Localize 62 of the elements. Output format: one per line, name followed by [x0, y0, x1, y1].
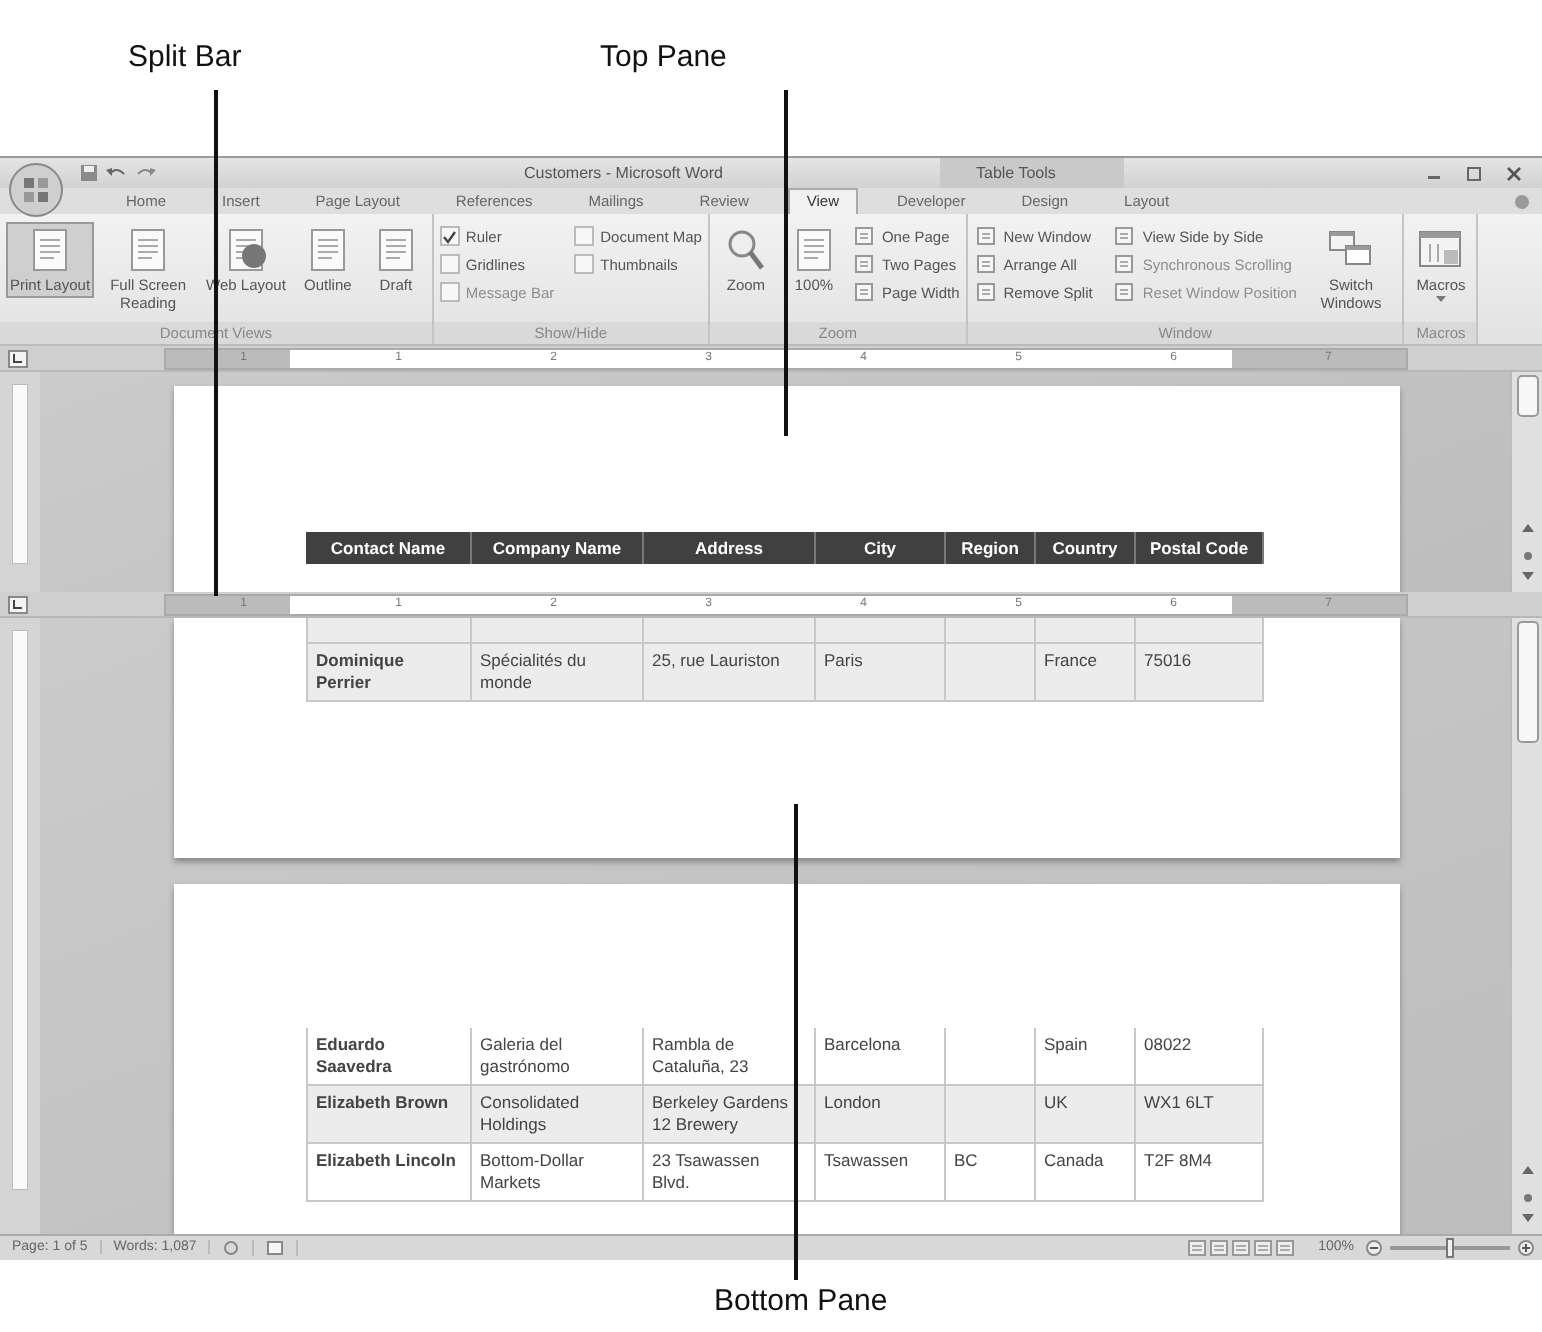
table-cell: London [816, 1086, 946, 1144]
vertical-ruler[interactable] [12, 630, 28, 1190]
view-icon[interactable] [1276, 1239, 1295, 1255]
page-icon [973, 282, 998, 302]
table-cell: UK [1036, 1086, 1136, 1144]
check-icon [442, 229, 457, 243]
column-header: Company Name [472, 532, 644, 564]
table-cell: Paris [816, 644, 946, 702]
page-icon [1112, 254, 1137, 274]
table-cell: T2F 8M4 [1136, 1144, 1264, 1202]
table-cell: Tsawassen [816, 1144, 946, 1202]
slider-thumb[interactable] [1446, 1237, 1454, 1257]
table-cell: WX1 6LT [1136, 1086, 1264, 1144]
table-cell [946, 1086, 1036, 1144]
window-title: Customers - Microsoft Word [524, 164, 723, 182]
vertical-ruler[interactable] [12, 384, 28, 564]
context-tab-header: Table Tools [940, 158, 1124, 188]
macro-record-icon[interactable] [266, 1239, 285, 1255]
view-icon[interactable] [1254, 1239, 1273, 1255]
table-cell: France [1036, 644, 1136, 702]
page-icon [1112, 226, 1137, 246]
page-icon [1112, 282, 1137, 302]
view-icon[interactable] [1210, 1239, 1229, 1255]
maximize-icon[interactable] [1466, 165, 1482, 181]
table-cell: Berkeley Gardens 12 Brewery [644, 1086, 816, 1144]
column-header: Postal Code [1136, 532, 1264, 564]
table-cell [946, 644, 1036, 702]
callout-label: Top Pane [600, 40, 727, 74]
table-cell: Consolidated Holdings [472, 1086, 644, 1144]
caret-icon [1435, 296, 1446, 302]
page-icon [851, 254, 876, 274]
page-icon [973, 226, 998, 246]
page-icon [973, 254, 998, 274]
column-header: City [816, 532, 946, 564]
zoom-out-icon[interactable] [1366, 1239, 1382, 1255]
table-cell: Spécialités du monde [472, 644, 644, 702]
table-cell: 75016 [1136, 644, 1264, 702]
column-header: Region [946, 532, 1036, 564]
column-header: Country [1036, 532, 1136, 564]
zoom-in-icon[interactable] [1518, 1239, 1534, 1255]
page-icon [851, 282, 876, 302]
table-cell: 25, rue Lauriston [644, 644, 816, 702]
tab-stop-icon[interactable] [8, 595, 28, 613]
save-icon[interactable] [80, 164, 98, 182]
table-cell: BC [946, 1144, 1036, 1202]
table-cell: Bottom-Dollar Markets [472, 1144, 644, 1202]
table-cell: Canada [1036, 1144, 1136, 1202]
table-cell: Elizabeth Lincoln [306, 1144, 472, 1202]
column-header: Contact Name [306, 532, 472, 564]
callout-label: Split Bar [128, 40, 242, 74]
view-icon[interactable] [1188, 1239, 1207, 1255]
proofing-icon[interactable] [222, 1239, 241, 1255]
help-icon[interactable] [1514, 193, 1530, 209]
close-icon[interactable] [1506, 165, 1522, 181]
tab-stop-icon[interactable] [8, 349, 28, 367]
callout-label: Bottom Pane [714, 1284, 888, 1318]
view-icon[interactable] [1232, 1239, 1251, 1255]
page-icon [851, 226, 876, 246]
redo-icon[interactable] [134, 164, 158, 182]
column-header: Address [644, 532, 816, 564]
table-cell: Dominique Perrier [306, 644, 472, 702]
table-cell: Elizabeth Brown [306, 1086, 472, 1144]
